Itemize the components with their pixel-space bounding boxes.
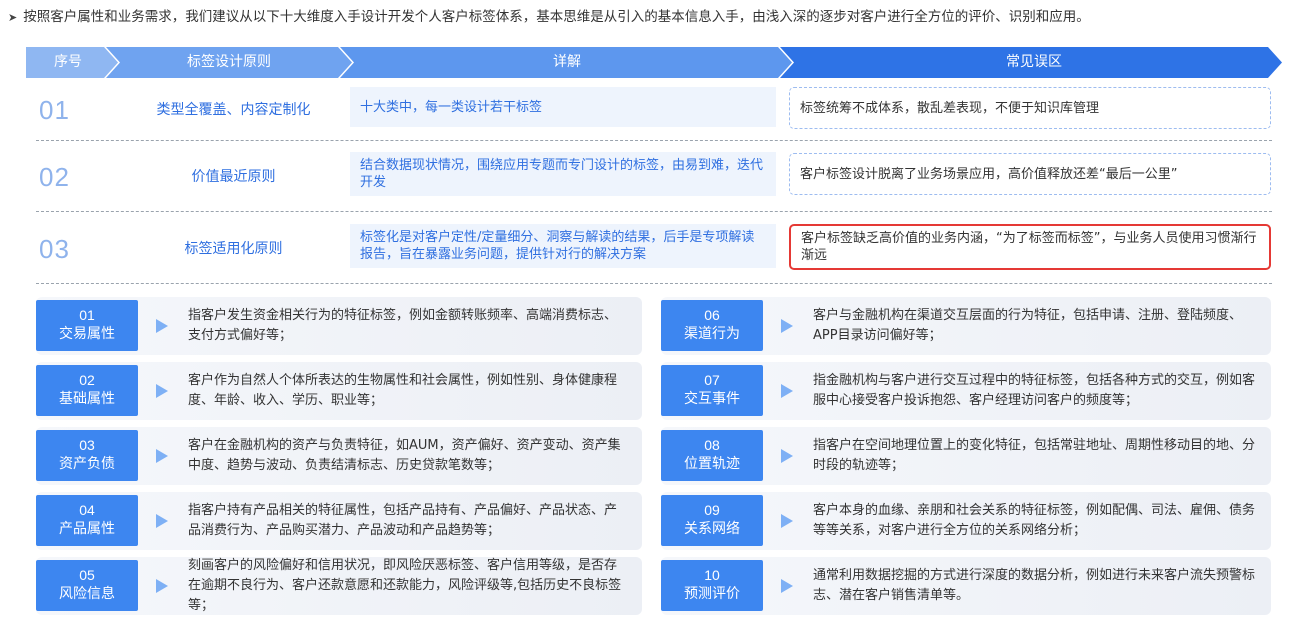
dimension-number: 06 <box>704 307 720 323</box>
arrow-right-icon <box>156 384 168 398</box>
header-index: 序号 <box>54 54 82 70</box>
arrow-right-icon <box>781 449 793 463</box>
dimension-description: 刻画客户的风险偏好和信用状况，即风险厌恶标签、客户信用等级，是否存在逾期不良行为… <box>188 558 622 613</box>
bullet-arrow-icon: ➤ <box>8 11 18 24</box>
principle-name: 类型全覆盖、内容定制化 <box>156 102 311 118</box>
dimension-number: 03 <box>79 437 95 453</box>
dimension-card: 02 基础属性 客户作为自然人个体所表达的生物属性和社会属性，例如性别、身体健康程… <box>36 362 642 420</box>
dimension-number: 07 <box>704 372 720 388</box>
dimension-card: 04 产品属性 指客户持有产品相关的特征属性，包括产品持有、产品偏好、产品状态、产… <box>36 492 642 550</box>
dimension-badge: 03 资产负债 <box>36 430 138 481</box>
intro-text: ➤ 按照客户属性和业务需求，我们建议从以下十大维度入手设计开发个人客户标签体系，基… <box>8 6 1283 28</box>
row-divider <box>36 211 1272 212</box>
arrow-right-icon <box>781 384 793 398</box>
principle-number: 01 <box>39 95 70 125</box>
principle-name: 标签适用化原则 <box>184 241 283 257</box>
dimension-badge: 04 产品属性 <box>36 495 138 546</box>
principle-pitfall: 标签统筹不成体系，散乱差表现，不便于知识库管理 <box>789 87 1271 129</box>
arrow-right-icon <box>156 449 168 463</box>
arrow-right-icon <box>781 514 793 528</box>
dimension-description: 客户在金融机构的资产与负责特征，如AUM，资产偏好、资产变动、资产集中度、趋势与… <box>188 438 621 473</box>
header-pitfall: 常见误区 <box>1006 54 1062 70</box>
arrow-right-icon <box>156 319 168 333</box>
principle-row: 01 类型全覆盖、内容定制化 十大类中，每一类设计若干标签 标签统筹不成体系，散… <box>36 87 1272 131</box>
dimension-description: 通常利用数据挖掘的方式进行深度的数据分析，例如进行未来客户流失预警标志、潜在客户… <box>813 568 1256 603</box>
dimension-badge: 02 基础属性 <box>36 365 138 416</box>
dimension-description: 客户本身的血缘、亲朋和社会关系的特征标签，例如配偶、司法、雇佣、债务等等关系，对… <box>813 503 1256 538</box>
principle-pitfall: 客户标签设计脱离了业务场景应用，高价值释放还差“最后一公里” <box>789 153 1271 195</box>
dimension-description: 指客户在空间地理位置上的变化特征，包括常驻地址、周期性移动目的地、分时段的轨迹等… <box>813 438 1256 473</box>
dimension-description: 指客户持有产品相关的特征属性，包括产品持有、产品偏好、产品状态、产品消费行为、产… <box>188 503 618 538</box>
principle-number: 02 <box>39 162 70 192</box>
arrow-right-icon <box>781 579 793 593</box>
dimension-label: 关系网络 <box>684 521 740 537</box>
dimension-description: 指金融机构与客户进行交互过程中的特征标签，包括各种方式的交互，例如客服中心接受客… <box>813 373 1256 408</box>
dimension-description: 指客户发生资金相关行为的特征标签，例如金额转账频率、高端消费标志、支付方式偏好等… <box>188 308 618 343</box>
dimension-card: 01 交易属性 指客户发生资金相关行为的特征标签，例如金额转账频率、高端消费标志、… <box>36 297 642 355</box>
header-detail: 详解 <box>553 54 581 70</box>
principle-pitfall-highlighted: 客户标签缺乏高价值的业务内涵，“为了标签而标签”，与业务人员使用习惯渐行渐远 <box>789 224 1271 270</box>
arrow-right-icon <box>781 319 793 333</box>
dimension-number: 10 <box>704 567 720 583</box>
row-divider <box>36 283 1272 284</box>
dimension-badge: 07 交互事件 <box>661 365 763 416</box>
dimension-card: 03 资产负债 客户在金融机构的资产与负责特征，如AUM，资产偏好、资产变动、资产… <box>36 427 642 485</box>
dimension-label: 交互事件 <box>684 391 740 407</box>
arrow-right-icon <box>156 514 168 528</box>
principle-row: 03 标签适用化原则 标签化是对客户定性/定量细分、洞察与解读的结果，后手是专项… <box>36 224 1272 270</box>
dimension-badge: 01 交易属性 <box>36 300 138 351</box>
dimension-label: 资产负债 <box>59 456 115 472</box>
dimension-description: 客户作为自然人个体所表达的生物属性和社会属性，例如性别、身体健康程度、年龄、收入… <box>188 373 618 408</box>
dimension-number: 05 <box>79 567 95 583</box>
dimension-label: 产品属性 <box>59 521 115 537</box>
dimension-description: 客户与金融机构在渠道交互层面的行为特征，包括申请、注册、登陆频度、APP目录访问… <box>813 308 1243 343</box>
dimension-label: 预测评价 <box>684 586 740 602</box>
dimension-badge: 09 关系网络 <box>661 495 763 546</box>
dimension-card: 06 渠道行为 客户与金融机构在渠道交互层面的行为特征，包括申请、注册、登陆频度、… <box>661 297 1271 355</box>
dimension-card: 09 关系网络 客户本身的血缘、亲朋和社会关系的特征标签，例如配偶、司法、雇佣、债… <box>661 492 1271 550</box>
dimension-label: 位置轨迹 <box>684 456 740 472</box>
dimension-number: 08 <box>704 437 720 453</box>
row-divider <box>36 140 1272 141</box>
dimension-number: 01 <box>79 307 95 323</box>
dimension-number: 09 <box>704 502 720 518</box>
dimension-card: 07 交互事件 指金融机构与客户进行交互过程中的特征标签，包括各种方式的交互，例如… <box>661 362 1271 420</box>
dimension-card: 05 风险信息 刻画客户的风险偏好和信用状况，即风险厌恶标签、客户信用等级，是否存… <box>36 557 642 615</box>
dimension-badge: 08 位置轨迹 <box>661 430 763 481</box>
principle-name: 价值最近原则 <box>191 169 276 185</box>
header-principle: 标签设计原则 <box>187 54 271 70</box>
dimension-label: 基础属性 <box>59 391 115 407</box>
arrow-right-icon <box>156 579 168 593</box>
intro-sentence: 按照客户属性和业务需求，我们建议从以下十大维度入手设计开发个人客户标签体系，基本… <box>23 9 1090 25</box>
dimension-number: 02 <box>79 372 95 388</box>
dimension-label: 渠道行为 <box>684 326 740 342</box>
dimension-card: 10 预测评价 通常利用数据挖掘的方式进行深度的数据分析，例如进行未来客户流失预警… <box>661 557 1271 615</box>
table-header: 序号 标签设计原则 详解 常见误区 <box>26 47 1282 78</box>
principle-detail: 标签化是对客户定性/定量细分、洞察与解读的结果，后手是专项解读报告，旨在暴露业务… <box>350 224 776 268</box>
dimension-label: 风险信息 <box>59 586 115 602</box>
principle-detail: 十大类中，每一类设计若干标签 <box>350 87 776 127</box>
principle-number: 03 <box>39 234 70 264</box>
dimension-badge: 10 预测评价 <box>661 560 763 611</box>
dimension-number: 04 <box>79 502 95 518</box>
principle-detail: 结合数据现状情况，围绕应用专题而专门设计的标签，由易到难，迭代开发 <box>350 152 776 196</box>
principle-row: 02 价值最近原则 结合数据现状情况，围绕应用专题而专门设计的标签，由易到难，迭… <box>36 152 1272 198</box>
dimension-label: 交易属性 <box>59 326 115 342</box>
dimension-badge: 05 风险信息 <box>36 560 138 611</box>
dimension-card: 08 位置轨迹 指客户在空间地理位置上的变化特征，包括常驻地址、周期性移动目的地、… <box>661 427 1271 485</box>
dimension-badge: 06 渠道行为 <box>661 300 763 351</box>
